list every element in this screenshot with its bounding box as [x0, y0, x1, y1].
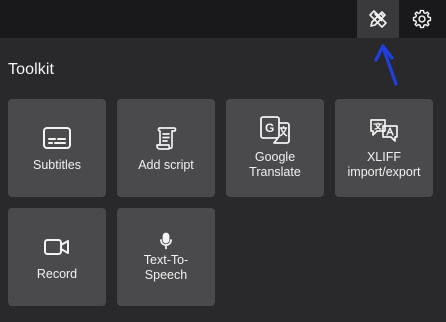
translate-bubbles-icon — [368, 116, 400, 144]
xliff-tile[interactable]: XLIFF import/export — [335, 99, 433, 197]
top-toolbar — [0, 0, 446, 38]
subtitles-icon — [42, 124, 72, 152]
google-translate-label: Google Translate — [249, 150, 301, 179]
subtitles-label: Subtitles — [33, 157, 81, 172]
svg-text:G: G — [265, 121, 274, 135]
subtitles-tile[interactable]: Subtitles — [8, 99, 106, 197]
record-label: Record — [36, 266, 78, 281]
script-scroll-icon — [152, 124, 180, 152]
add-script-label: Add script — [138, 157, 194, 172]
gear-icon — [411, 8, 433, 30]
settings-button[interactable] — [401, 0, 443, 38]
xliff-label: XLIFF import/export — [347, 150, 421, 179]
annotation-arrow — [374, 44, 398, 86]
video-camera-icon — [43, 233, 71, 261]
google-translate-icon: G — [259, 116, 291, 144]
record-tile[interactable]: Record — [8, 208, 106, 306]
text-to-speech-label: Text-To- Speech — [143, 252, 189, 282]
microphone-icon — [159, 232, 173, 250]
toolkit-heading: Toolkit — [8, 61, 55, 78]
add-script-tile[interactable]: Add script — [117, 99, 215, 197]
pencil-ruler-icon — [367, 8, 389, 30]
text-to-speech-tile[interactable]: Text-To- Speech — [117, 208, 215, 306]
tools-button[interactable] — [357, 0, 399, 38]
google-translate-tile[interactable]: G Google Translate — [226, 99, 324, 197]
